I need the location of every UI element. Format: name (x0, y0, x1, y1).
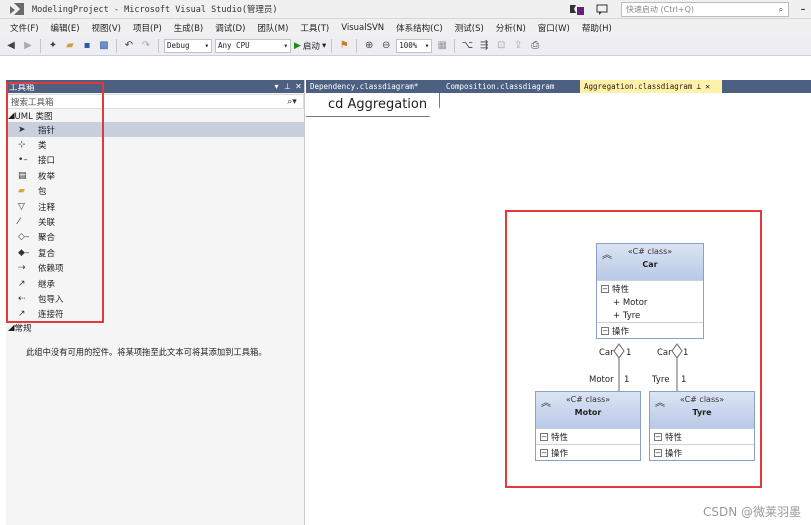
menu-build[interactable]: 生成(B) (168, 22, 209, 34)
toolbar-separator (356, 38, 358, 53)
menu-view[interactable]: 视图(V) (86, 22, 127, 34)
quick-launch-placeholder: 快速启动 (Ctrl+Q) (626, 5, 695, 14)
export-icon[interactable]: ⇪ (511, 39, 525, 53)
forward-icon[interactable]: ▶ (21, 39, 35, 53)
menu-bar: 文件(F) 编辑(E) 视图(V) 项目(P) 生成(B) 调试(D) 团队(M… (0, 19, 811, 36)
menu-team[interactable]: 团队(M) (251, 22, 294, 34)
configuration-dropdown[interactable]: Debug ▾ (164, 38, 212, 53)
platform-dropdown[interactable]: Any CPU ▾ (215, 38, 291, 53)
document-tab-strip: Dependency.classdiagram* Composition.cla… (306, 80, 811, 93)
zoom-value: 100% (399, 41, 418, 50)
zoom-in-icon[interactable]: ⊕ (362, 39, 376, 53)
chevron-down-icon: ▾ (424, 41, 430, 50)
menu-analyze[interactable]: 分析(N) (490, 22, 532, 34)
window-title: ModelingProject - Microsoft Visual Studi… (32, 5, 278, 15)
browser-link-icon[interactable]: ⚑ (337, 39, 351, 53)
menu-tools[interactable]: 工具(T) (294, 22, 335, 34)
new-project-icon[interactable]: ✦ (46, 39, 60, 53)
tab-composition-classdiagram[interactable]: Composition.classdiagram (442, 80, 580, 93)
toolbar-separator (40, 38, 41, 53)
menu-edit[interactable]: 编辑(E) (45, 22, 86, 34)
grid-icon[interactable]: ▦ (435, 39, 449, 53)
menu-file[interactable]: 文件(F) (4, 22, 45, 34)
toolbar-separator (116, 38, 117, 53)
redo-icon[interactable]: ↷ (139, 39, 153, 53)
save-icon[interactable]: ▪ (80, 39, 94, 53)
zoom-dropdown[interactable]: 100% ▾ (396, 38, 433, 53)
tab-label: Composition.classdiagram (446, 82, 555, 91)
play-icon: ▶ (294, 40, 301, 51)
open-folder-icon[interactable]: ▰ (63, 39, 77, 53)
menu-window[interactable]: 窗口(W) (532, 22, 576, 34)
configuration-value: Debug (167, 41, 190, 50)
layout-icon[interactable]: ⌥ (460, 39, 474, 53)
feedback-icon[interactable] (595, 4, 609, 16)
watermark: CSDN @微莱羽墨 (702, 505, 801, 519)
back-icon[interactable]: ◀ (4, 39, 18, 53)
title-bar: ModelingProject - Microsoft Visual Studi… (0, 0, 811, 19)
start-label: 启动 (302, 41, 320, 52)
search-icon[interactable]: ⌕▾ (281, 97, 303, 107)
menu-visualsvn[interactable]: VisualSVN (335, 23, 390, 33)
menu-architecture[interactable]: 体系结构(C) (390, 22, 449, 34)
tab-label: Dependency.classdiagram* (310, 82, 419, 91)
minimize-icon[interactable]: – (795, 5, 811, 15)
toolbox-empty-message: 此组中没有可用的控件。将某项拖至此文本可将其添加到工具箱。 (26, 347, 267, 358)
menu-test[interactable]: 测试(S) (449, 22, 490, 34)
menu-project[interactable]: 项目(P) (127, 22, 168, 34)
standard-toolbar: ◀ ▶ ✦ ▰ ▪ ▩ ↶ ↷ Debug ▾ Any CPU ▾ ▶ 启动 ▾ ⚑… (0, 36, 811, 56)
save-all-icon[interactable]: ▩ (97, 39, 111, 53)
close-icon[interactable]: ✕ (293, 82, 304, 91)
chevron-down-icon[interactable]: ▾ (271, 82, 282, 91)
toolbar-separator (331, 38, 333, 53)
search-icon[interactable]: ⌕ (774, 5, 788, 15)
tab-label: Aggregation.classdiagram (584, 82, 693, 91)
chevron-down-icon: ▾ (204, 41, 209, 50)
menu-help[interactable]: 帮助(H) (576, 22, 618, 34)
quick-launch-input[interactable]: 快速启动 (Ctrl+Q) ⌕ (621, 2, 789, 17)
tab-aggregation-classdiagram[interactable]: Aggregation.classdiagram ⊥ ✕ (580, 80, 722, 93)
print-icon[interactable]: ⎙ (528, 39, 542, 53)
start-button[interactable]: ▶ 启动 ▾ (294, 40, 326, 52)
notification-flag-icon[interactable] (569, 4, 584, 16)
zoom-out-icon[interactable]: ⊖ (379, 39, 393, 53)
group-general-label: 常规 (14, 324, 32, 335)
highlight-box-diagram (505, 210, 762, 488)
chevron-down-icon: ▾ (321, 40, 327, 51)
highlight-box-toolbox (6, 82, 104, 323)
menu-debug[interactable]: 调试(D) (209, 22, 251, 34)
platform-value: Any CPU (218, 41, 250, 50)
align-icon[interactable]: ⇶ (477, 39, 491, 53)
tab-dependency-classdiagram[interactable]: Dependency.classdiagram* (306, 80, 442, 93)
lock-icon[interactable]: ⊡ (494, 39, 508, 53)
toolbar-separator (158, 38, 159, 53)
toolbar-separator (454, 38, 456, 53)
group-general[interactable]: ◢ 常规 (6, 322, 304, 334)
pin-icon[interactable]: ⊥ (696, 82, 701, 91)
pin-icon[interactable]: ⊥ (282, 82, 293, 91)
undo-icon[interactable]: ↶ (122, 39, 136, 53)
visual-studio-logo-icon (6, 1, 28, 17)
chevron-down-icon: ▾ (283, 41, 288, 50)
close-icon[interactable]: ✕ (705, 82, 710, 91)
